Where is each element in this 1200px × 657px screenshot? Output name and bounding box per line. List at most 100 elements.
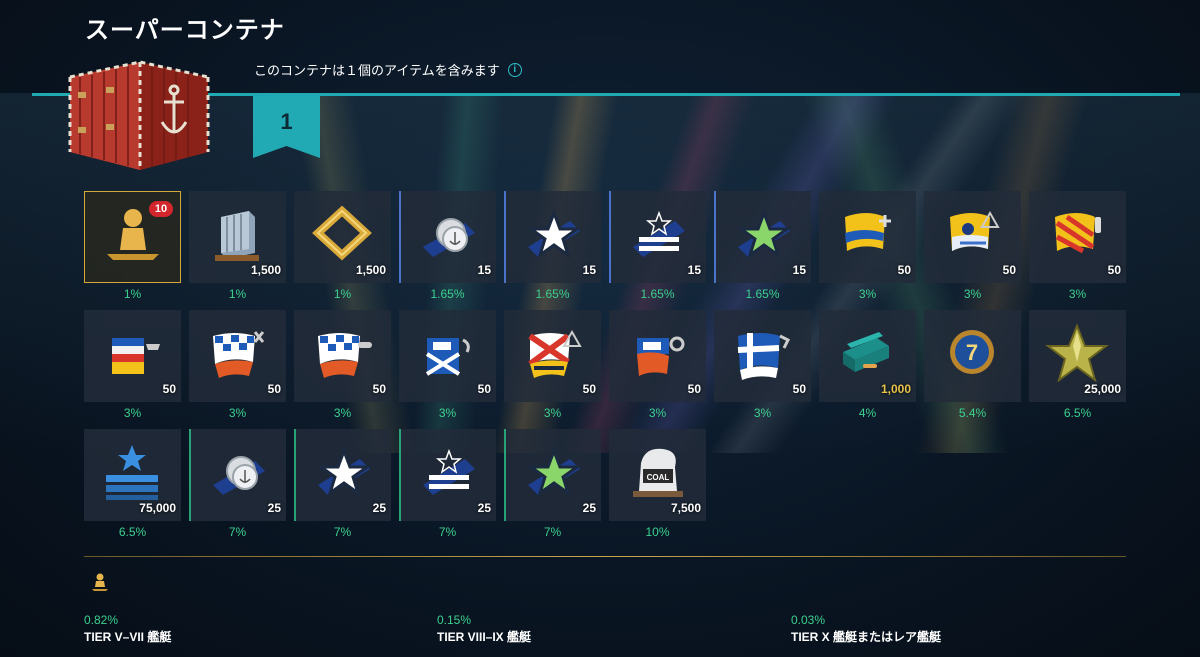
item-drop-chance: 3% <box>1068 287 1087 301</box>
star-camo-icon <box>316 446 372 497</box>
item-quantity: 50 <box>792 382 806 396</box>
svg-text:7: 7 <box>966 340 978 365</box>
reward-item[interactable]: 50 <box>714 310 811 402</box>
item-count-badge: 10 <box>149 201 173 217</box>
reward-item[interactable]: 25 <box>399 429 496 521</box>
reward-item[interactable]: 1,000 <box>819 310 916 402</box>
item-drop-chance: 7% <box>543 525 562 539</box>
item-drop-chance: 10% <box>645 525 670 539</box>
item-quantity: 15 <box>687 263 701 277</box>
item-quantity: 50 <box>267 382 281 396</box>
reward-item[interactable]: 25 <box>189 429 286 521</box>
reward-item[interactable]: 10 <box>84 191 181 283</box>
item-drop-chance: 1% <box>228 287 247 301</box>
reward-item[interactable]: 15 <box>504 191 601 283</box>
signal-flag-plus-icon <box>845 213 891 251</box>
item-drop-chance: 3% <box>963 287 982 301</box>
item-drop-chance: 7% <box>228 525 247 539</box>
reward-item[interactable]: 15 <box>609 191 706 283</box>
item-drop-chance: 1.65% <box>430 287 465 301</box>
signal-flag-extinguisher-icon <box>1055 213 1101 254</box>
signal-flag-scandinavian-icon <box>737 333 791 380</box>
reward-item[interactable]: 75,000 <box>84 429 181 521</box>
container-description: このコンテナは１個のアイテムを含みます i <box>254 60 522 79</box>
item-quantity: 25 <box>582 501 596 515</box>
item-quantity: 1,000 <box>880 382 911 396</box>
reward-item[interactable]: 7 <box>924 310 1021 402</box>
item-drop-chance: 3% <box>543 406 562 420</box>
item-quantity: 50 <box>162 382 176 396</box>
signal-flag-cross-icon <box>425 338 470 376</box>
reward-item[interactable]: 25 <box>294 429 391 521</box>
item-quantity: 15 <box>582 263 596 277</box>
footer-tier-high: 0.03% TIER X 艦艇またはレア艦艇 <box>791 613 941 645</box>
item-drop-chance: 1.65% <box>640 287 675 301</box>
footer-tier-low-label: TIER V–VII 艦艇 <box>84 630 172 644</box>
reward-item[interactable]: 1,500 <box>294 191 391 283</box>
reward-item[interactable]: 25 <box>504 429 601 521</box>
item-drop-chance: 3% <box>753 406 772 420</box>
reward-item[interactable]: 15 <box>399 191 496 283</box>
item-quantity: 25,000 <box>1084 382 1121 396</box>
item-drop-chance: 3% <box>438 406 457 420</box>
silver-coins-camo-icon <box>423 218 475 257</box>
green-star-camo-icon <box>526 446 582 497</box>
reward-item[interactable]: 50 <box>609 310 706 402</box>
footer-tier-mid-pct: 0.15% <box>437 613 472 627</box>
container-description-text: このコンテナは１個のアイテムを含みます <box>254 63 500 78</box>
reward-item[interactable]: 50 <box>189 310 286 402</box>
item-drop-chance: 3% <box>123 406 142 420</box>
item-drop-chance: 7% <box>333 525 352 539</box>
item-drop-chance: 1% <box>123 287 142 301</box>
reward-item[interactable]: 50 <box>399 310 496 402</box>
item-drop-chance: 6.5% <box>1063 406 1092 420</box>
item-quantity: 50 <box>477 382 491 396</box>
item-quantity: 50 <box>897 263 911 277</box>
item-quantity: 50 <box>687 382 701 396</box>
item-drop-chance: 3% <box>333 406 352 420</box>
item-quantity: 15 <box>477 263 491 277</box>
footer-tier-mid: 0.15% TIER VIII–IX 艦艇 <box>437 613 531 645</box>
green-star-camo-icon <box>736 208 792 259</box>
reward-item[interactable]: 50 <box>924 191 1021 283</box>
coal-sack-icon: COAL <box>633 448 683 497</box>
signal-flag-armor-icon <box>637 336 685 376</box>
signal-flag-diagonal-icon <box>528 329 582 378</box>
info-icon[interactable]: i <box>507 62 522 77</box>
reward-item[interactable]: 50 <box>504 310 601 402</box>
captain-xp-camo-icon <box>633 210 685 257</box>
item-drop-chance: 1% <box>333 287 352 301</box>
captain-xp-camo-icon <box>423 448 475 495</box>
reward-item[interactable]: 50 <box>819 191 916 283</box>
reward-item[interactable]: 25,000 <box>1029 310 1126 402</box>
item-drop-chance: 4% <box>858 406 877 420</box>
item-drop-chance: 7% <box>438 525 457 539</box>
svg-text:COAL: COAL <box>647 473 670 482</box>
signal-flag-triangle-icon <box>950 210 1000 251</box>
star-camo-icon <box>526 208 582 259</box>
reward-item[interactable]: 50 <box>1029 191 1126 283</box>
item-drop-chance: 5.4% <box>958 406 987 420</box>
tier-7-medal-icon: 7 <box>950 330 994 374</box>
port-slot-icon <box>215 211 259 261</box>
footer-tier-high-label: TIER X 艦艇またはレア艦艇 <box>791 630 942 644</box>
item-quantity: 50 <box>372 382 386 396</box>
item-drop-chance: 1.65% <box>745 287 780 301</box>
signal-flag-ship-icon <box>112 338 160 374</box>
item-quantity: 25 <box>267 501 281 515</box>
reward-item[interactable]: 1,500 <box>189 191 286 283</box>
reward-item[interactable]: 50 <box>294 310 391 402</box>
item-quantity: 25 <box>477 501 491 515</box>
footer-divider <box>84 556 1126 557</box>
signal-flag-torpedo-icon <box>318 333 372 378</box>
item-drop-chance: 3% <box>228 406 247 420</box>
gold-frame-icon <box>312 205 372 261</box>
item-quantity: 75,000 <box>139 501 176 515</box>
reward-item[interactable]: COAL 7,500 <box>609 429 706 521</box>
reward-item[interactable]: 50 <box>84 310 181 402</box>
item-quantity: 7,500 <box>670 501 701 515</box>
item-quantity: 50 <box>1002 263 1016 277</box>
reward-item[interactable]: 15 <box>714 191 811 283</box>
page-title: スーパーコンテナ <box>85 17 285 44</box>
footer-tier-low: 0.82% TIER V–VII 艦艇 <box>84 613 171 645</box>
